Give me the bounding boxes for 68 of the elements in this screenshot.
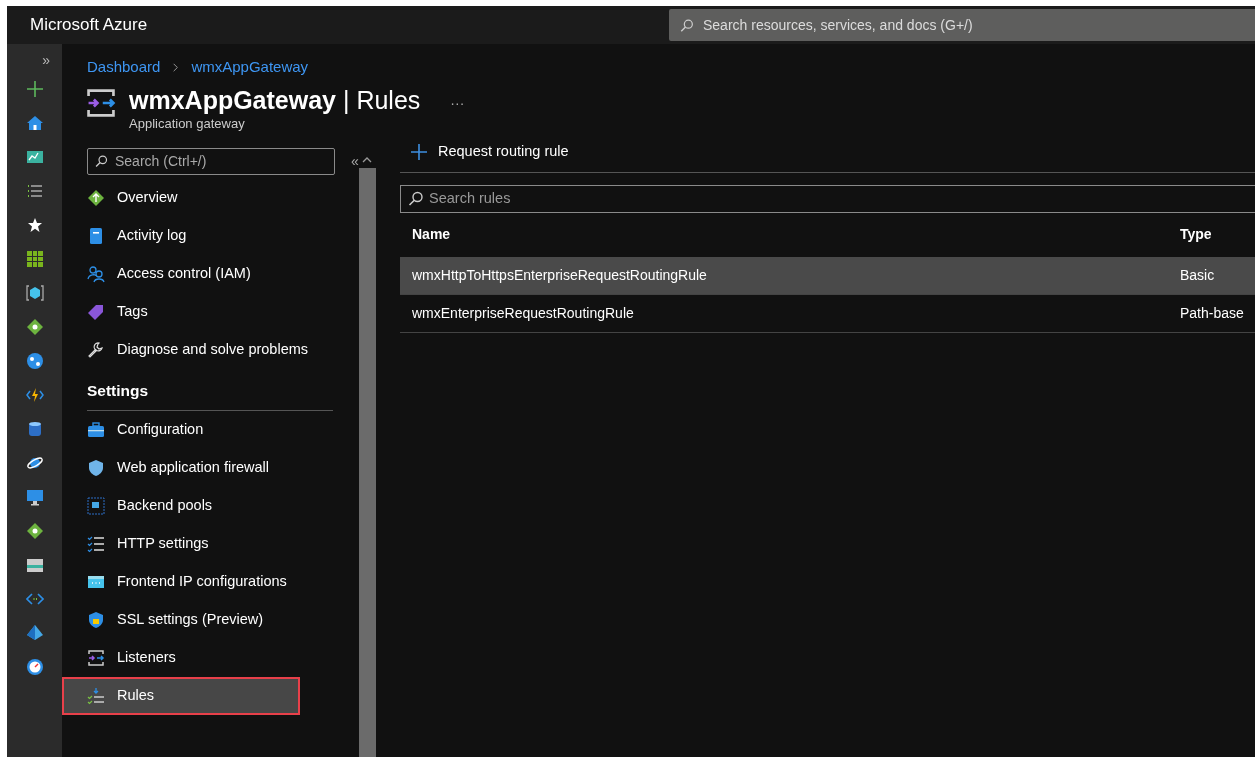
table-row[interactable]: wmxEnterpriseRequestRoutingRule Path-base	[400, 294, 1255, 333]
diamond-icon[interactable]	[25, 318, 44, 336]
rules-search-field[interactable]: Search rules	[400, 184, 1255, 213]
add-rule-button[interactable]: Request routing rule	[410, 141, 569, 163]
rules-icon	[87, 686, 105, 705]
menu-item[interactable]: Activity log	[62, 216, 359, 255]
page-title: wmxAppGateway | Rules	[129, 86, 421, 114]
global-search-field[interactable]: Search resources, services, and docs (G+/)	[669, 9, 1255, 41]
briefcase-icon	[87, 420, 105, 439]
home-icon[interactable]	[25, 114, 44, 132]
table-row[interactable]: wmxHttpToHttpsEnterpriseRequestRoutingRule Basic	[400, 256, 1255, 295]
brand-title: Microsoft Azure	[29, 14, 149, 37]
breadcrumb-link[interactable]: Dashboard	[87, 56, 161, 79]
plus-icon[interactable]	[25, 80, 44, 98]
storage-icon[interactable]	[25, 556, 44, 574]
menu-item[interactable]: Backend pools	[62, 486, 359, 525]
search-icon	[94, 153, 109, 169]
menu-item[interactable]: Configuration	[62, 410, 359, 449]
expand-button[interactable]: »	[42, 50, 50, 72]
servers-icon	[87, 496, 105, 515]
monitor-icon[interactable]	[25, 488, 44, 506]
menu-search-field[interactable]: Search (Ctrl+/)	[87, 147, 335, 175]
plus-icon	[410, 143, 428, 161]
grid-icon[interactable]	[25, 250, 44, 268]
menu-item[interactable]: Diagnose and solve problems	[62, 330, 359, 369]
people-icon	[87, 264, 105, 283]
pyramid-icon[interactable]	[25, 624, 44, 642]
breadcrumb-link[interactable]: wmxAppGateway	[191, 56, 309, 79]
menu-item[interactable]: Listeners	[62, 638, 359, 677]
column-header[interactable]: Name	[400, 224, 1180, 245]
menu-item[interactable]: HTTP settings	[62, 524, 359, 563]
more-button[interactable]: ···	[450, 92, 465, 114]
search-icon	[679, 17, 695, 34]
table-cell-text: Path-base	[1180, 303, 1245, 323]
gateway-icon	[87, 648, 105, 667]
table-cell-text: wmxHttpToHttpsEnterpriseRequestRoutingRule	[411, 265, 708, 285]
collapse-button[interactable]: «	[351, 150, 359, 172]
shield-lock-icon	[87, 610, 105, 629]
menu-item[interactable]: Web application firewall	[62, 448, 359, 487]
globe-icon[interactable]	[25, 352, 44, 370]
tag-icon	[87, 302, 105, 321]
section-heading: Settings	[87, 378, 333, 411]
satellite-icon[interactable]	[25, 454, 44, 472]
menu-item[interactable]: Rules	[62, 676, 300, 715]
search-icon	[407, 189, 425, 208]
menu-item[interactable]: Tags	[62, 292, 359, 331]
checklist-icon	[87, 534, 105, 553]
menu-item[interactable]: Overview	[62, 178, 359, 217]
table-cell-text: Basic	[1180, 265, 1216, 285]
cube-icon[interactable]	[25, 284, 44, 302]
diamond-icon	[87, 188, 105, 207]
scrollbar-thumb[interactable]	[358, 167, 376, 757]
gateway-icon	[85, 86, 117, 119]
wrench-icon	[87, 340, 105, 359]
shield-icon	[87, 458, 105, 477]
gauge-icon[interactable]	[25, 658, 44, 676]
scroll-up-icon[interactable]	[362, 155, 373, 164]
menu-item[interactable]: Frontend IP configurations	[62, 562, 359, 601]
bolt-icon[interactable]	[25, 386, 44, 404]
document-icon	[87, 226, 105, 245]
list-icon[interactable]	[25, 182, 44, 200]
menu-item[interactable]: Access control (IAM)	[62, 254, 359, 293]
table-cell-text: wmxEnterpriseRequestRoutingRule	[411, 303, 635, 323]
menu-item[interactable]: SSL settings (Preview)	[62, 600, 359, 639]
diamond-icon[interactable]	[25, 522, 44, 540]
column-header[interactable]: Type	[1180, 224, 1255, 245]
page-subtitle: Application gateway	[129, 115, 246, 133]
dashboard-icon[interactable]	[25, 148, 44, 166]
